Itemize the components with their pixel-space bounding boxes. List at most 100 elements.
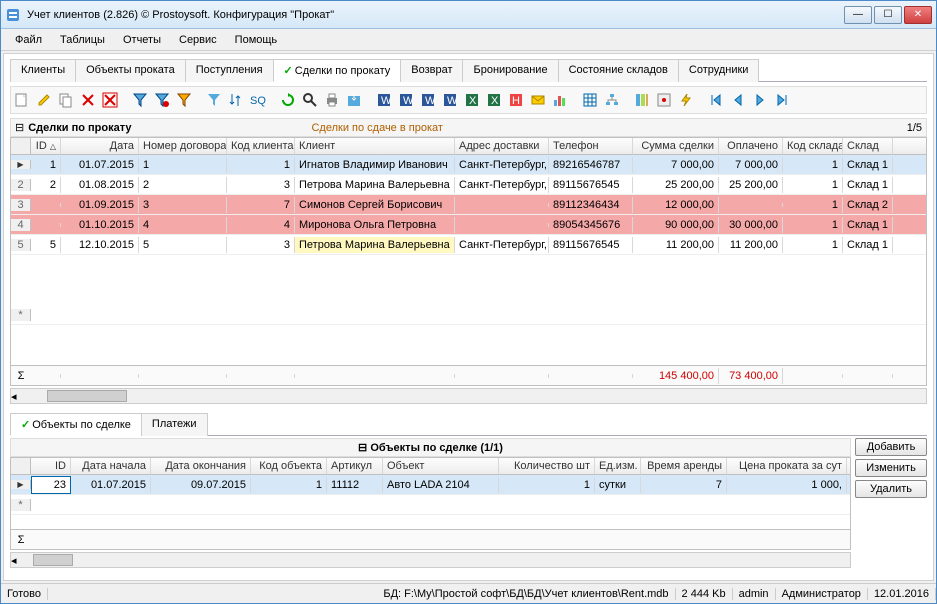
tool-funnel-icon[interactable] — [205, 91, 223, 109]
table-row[interactable]: 401.10.201544Миронова Ольга Петровна8905… — [11, 215, 926, 235]
new-row[interactable]: * — [11, 305, 926, 325]
dcol-objcode[interactable]: Код объекта — [251, 458, 327, 474]
sum-row: Σ 145 400,00 73 400,00 — [11, 365, 926, 385]
menu-help[interactable]: Помощь — [227, 32, 286, 48]
tab-booking[interactable]: Бронирование — [462, 59, 558, 82]
maximize-button[interactable]: ☐ — [874, 6, 902, 24]
tool-next-icon[interactable] — [751, 91, 769, 109]
tool-copy-icon[interactable] — [57, 91, 75, 109]
dcol-time[interactable]: Время аренды — [641, 458, 727, 474]
subtab-objects[interactable]: ✓Объекты по сделке — [10, 413, 142, 436]
svg-text:X: X — [469, 95, 477, 107]
tool-word3-icon[interactable]: W — [419, 91, 437, 109]
tool-mail-icon[interactable] — [529, 91, 547, 109]
detail-title: ⊟ Объекты по сделке (1/1) — [10, 438, 851, 457]
dcol-id[interactable]: ID — [31, 458, 71, 474]
close-button[interactable]: ✕ — [904, 6, 932, 24]
h-scrollbar[interactable]: ◂ — [10, 388, 927, 404]
collapse-icon[interactable]: ⊟ — [15, 121, 24, 134]
table-row[interactable]: 2201.08.201523Петрова Марина ВалерьевнаС… — [11, 175, 926, 195]
col-date[interactable]: Дата — [61, 138, 139, 154]
detail-grid: ID Дата начала Дата окончания Код объект… — [10, 457, 851, 550]
dcol-price[interactable]: Цена проката за сут — [727, 458, 847, 474]
table-row[interactable]: 5512.10.201553Петрова Марина ВалерьевнаС… — [11, 235, 926, 255]
tool-filter2-icon[interactable] — [153, 91, 171, 109]
dcol-start[interactable]: Дата начала — [71, 458, 151, 474]
col-sum[interactable]: Сумма сделки — [633, 138, 719, 154]
tool-chart-icon[interactable] — [551, 91, 569, 109]
svg-text:W: W — [381, 95, 392, 107]
status-size: 2 444 Kb — [676, 588, 733, 600]
tool-word4-icon[interactable]: W — [441, 91, 459, 109]
tool-first-icon[interactable] — [707, 91, 725, 109]
tool-search-icon[interactable] — [301, 91, 319, 109]
tool-filter3-icon[interactable] — [175, 91, 193, 109]
tool-bolt-icon[interactable] — [677, 91, 695, 109]
tab-deals[interactable]: ✓Сделки по прокату — [273, 59, 402, 82]
dcol-qty[interactable]: Количество шт — [499, 458, 595, 474]
tool-excel-icon[interactable]: X — [463, 91, 481, 109]
tool-prev-icon[interactable] — [729, 91, 747, 109]
status-role: Администратор — [776, 588, 868, 600]
detail-row[interactable]: 2301.07.201509.07.2015111112Авто LADA 21… — [11, 475, 850, 495]
detail-sum-row: Σ — [11, 529, 850, 549]
tool-sql-icon[interactable]: SQL — [249, 91, 267, 109]
tool-table-icon[interactable] — [581, 91, 599, 109]
subtab-payments[interactable]: Платежи — [141, 413, 208, 436]
section-title: Сделки по прокату — [28, 122, 131, 134]
tool-word-icon[interactable]: W — [375, 91, 393, 109]
tool-print-icon[interactable] — [323, 91, 341, 109]
tool-export-icon[interactable] — [345, 91, 363, 109]
table-row[interactable]: 101.07.201511Игнатов Владимир ИвановичСа… — [11, 155, 926, 175]
menu-tables[interactable]: Таблицы — [52, 32, 113, 48]
col-client[interactable]: Клиент — [295, 138, 455, 154]
tool-settings-icon[interactable] — [655, 91, 673, 109]
detail-h-scrollbar[interactable]: ◂ — [10, 552, 851, 568]
dcol-article[interactable]: Артикул — [327, 458, 383, 474]
dcol-unit[interactable]: Ед.изм. — [595, 458, 641, 474]
col-num[interactable]: Номер договора — [139, 138, 227, 154]
col-paid[interactable]: Оплачено — [719, 138, 783, 154]
tab-receipts[interactable]: Поступления — [185, 59, 274, 82]
main-tabs: Клиенты Объекты проката Поступления ✓Сде… — [10, 58, 927, 82]
tool-excel2-icon[interactable]: X — [485, 91, 503, 109]
dcol-end[interactable]: Дата окончания — [151, 458, 251, 474]
menu-reports[interactable]: Отчеты — [115, 32, 169, 48]
delete-button[interactable]: Удалить — [855, 480, 927, 498]
tab-staff[interactable]: Сотрудники — [678, 59, 760, 82]
col-kod[interactable]: Код клиента — [227, 138, 295, 154]
tool-sort-icon[interactable] — [227, 91, 245, 109]
tab-clients[interactable]: Клиенты — [10, 59, 76, 82]
svg-text:W: W — [403, 95, 414, 107]
tool-last-icon[interactable] — [773, 91, 791, 109]
tool-tree-icon[interactable] — [603, 91, 621, 109]
tool-html-icon[interactable]: H — [507, 91, 525, 109]
menu-file[interactable]: Файл — [7, 32, 50, 48]
tool-word2-icon[interactable]: W — [397, 91, 415, 109]
add-button[interactable]: Добавить — [855, 438, 927, 456]
col-tel[interactable]: Телефон — [549, 138, 633, 154]
edit-button[interactable]: Изменить — [855, 459, 927, 477]
tool-filter-icon[interactable] — [131, 91, 149, 109]
tool-columns-icon[interactable] — [633, 91, 651, 109]
tool-edit-icon[interactable] — [35, 91, 53, 109]
svg-text:W: W — [447, 95, 458, 107]
menu-service[interactable]: Сервис — [171, 32, 225, 48]
tool-delete-icon[interactable] — [79, 91, 97, 109]
col-addr[interactable]: Адрес доставки — [455, 138, 549, 154]
dcol-object[interactable]: Объект — [383, 458, 499, 474]
tab-return[interactable]: Возврат — [400, 59, 463, 82]
tool-refresh-icon[interactable] — [279, 91, 297, 109]
minimize-button[interactable]: — — [844, 6, 872, 24]
col-skl[interactable]: Код склада — [783, 138, 843, 154]
tab-stock[interactable]: Состояние складов — [558, 59, 679, 82]
total-sum: 145 400,00 — [633, 368, 719, 384]
total-paid: 73 400,00 — [719, 368, 783, 384]
table-row[interactable]: 301.09.201537Симонов Сергей Борисович891… — [11, 195, 926, 215]
detail-new-row[interactable]: * — [11, 495, 850, 515]
tool-new-icon[interactable] — [13, 91, 31, 109]
col-id[interactable]: ID △ — [31, 138, 61, 154]
tool-deleteall-icon[interactable] — [101, 91, 119, 109]
col-skln[interactable]: Склад — [843, 138, 893, 154]
tab-objects[interactable]: Объекты проката — [75, 59, 186, 82]
